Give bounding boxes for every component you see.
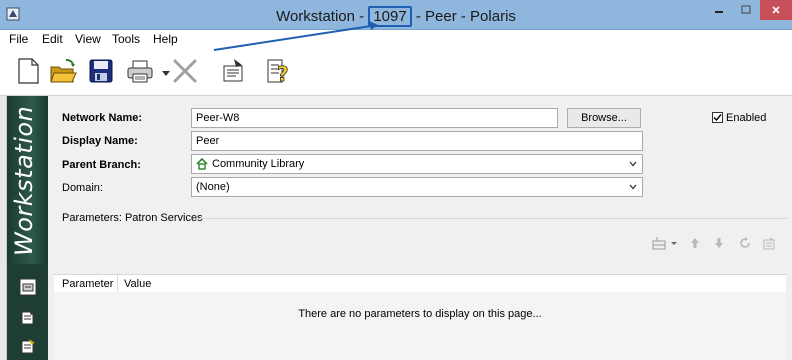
enabled-checkbox[interactable] (712, 112, 723, 123)
menu-help[interactable]: Help (153, 32, 178, 46)
network-name-field[interactable]: Peer-W8 (191, 108, 558, 128)
column-header-value[interactable]: Value (124, 278, 151, 290)
delete-button[interactable] (170, 56, 200, 86)
open-button[interactable] (48, 56, 78, 86)
section-divider (198, 218, 788, 219)
minimize-icon (715, 11, 723, 13)
column-header-parameter[interactable]: Parameter (62, 278, 113, 290)
delete-x-icon (173, 59, 197, 83)
menu-file[interactable]: File (9, 32, 28, 46)
library-building-icon (196, 158, 208, 170)
workstation-icon[interactable] (19, 278, 37, 296)
menu-bar: File Edit View Tools Help (0, 30, 792, 48)
menu-tools[interactable]: Tools (112, 32, 140, 46)
browse-button[interactable]: Browse... (567, 108, 641, 128)
save-button[interactable] (86, 56, 116, 86)
properties-icon (223, 59, 243, 82)
chevron-down-icon (629, 184, 637, 190)
maximize-icon (741, 5, 751, 14)
new-document-icon (18, 58, 39, 84)
print-dropdown-button[interactable] (151, 56, 170, 86)
dropdown-icon[interactable] (669, 236, 679, 250)
properties-button[interactable] (218, 56, 248, 86)
menu-edit[interactable]: Edit (42, 32, 63, 46)
title-workstation-id: 1097 (368, 6, 412, 27)
maximize-button[interactable] (733, 0, 759, 20)
display-name-field[interactable]: Peer (191, 131, 643, 151)
checkmark-icon (713, 114, 722, 122)
close-button[interactable] (760, 0, 792, 20)
left-edge (0, 96, 7, 360)
edit-form-alt-icon[interactable] (19, 337, 37, 355)
domain-label: Domain: (62, 182, 103, 194)
move-down-icon[interactable] (712, 236, 726, 250)
workstation-form: Network Name: Peer-W8 Browse... Enabled … (48, 96, 792, 360)
title-bar: Workstation - 1097 - Peer - Polaris (0, 0, 792, 30)
move-up-icon[interactable] (688, 236, 702, 250)
new-button[interactable] (13, 56, 43, 86)
title-suffix: - Peer - Polaris (411, 8, 516, 25)
column-divider (117, 275, 118, 293)
open-folder-icon (50, 59, 77, 83)
svg-text:?: ? (277, 62, 289, 86)
parameters-grid-header: Parameter Value (54, 274, 786, 293)
minimize-button[interactable] (706, 0, 732, 20)
window-title: Workstation - 1097 - Peer - Polaris (0, 6, 792, 27)
parameters-grid-body: There are no parameters to display on th… (54, 292, 786, 360)
insert-row-icon[interactable] (652, 236, 666, 250)
menu-view[interactable]: View (75, 32, 101, 46)
chevron-down-icon (629, 161, 637, 167)
domain-select[interactable]: (None) (191, 177, 643, 197)
properties-icon[interactable] (762, 236, 776, 250)
empty-grid-message: There are no parameters to display on th… (298, 308, 542, 320)
display-name-label: Display Name: (62, 135, 138, 147)
network-name-label: Network Name: (62, 112, 143, 124)
domain-value: (None) (196, 181, 230, 193)
parent-branch-select[interactable]: Community Library (191, 154, 643, 174)
title-prefix: Workstation - (276, 8, 369, 25)
refresh-icon[interactable] (738, 236, 752, 250)
enabled-label: Enabled (726, 112, 767, 124)
edit-form-icon[interactable] (19, 308, 37, 326)
sidebar-banner: Workstation (7, 96, 48, 264)
help-button[interactable]: ? (263, 56, 293, 86)
parent-branch-label: Parent Branch: (62, 159, 141, 171)
help-icon: ? (267, 59, 289, 86)
sidebar-title: Workstation (10, 105, 38, 256)
main-toolbar: ? (0, 48, 792, 96)
close-icon (772, 6, 780, 14)
print-button[interactable] (125, 56, 153, 86)
parent-branch-value: Community Library (212, 158, 305, 170)
workstation-sidebar: Workstation (7, 96, 48, 360)
save-disk-icon (89, 59, 113, 83)
parameters-section-title: Parameters: Patron Services (62, 212, 203, 224)
